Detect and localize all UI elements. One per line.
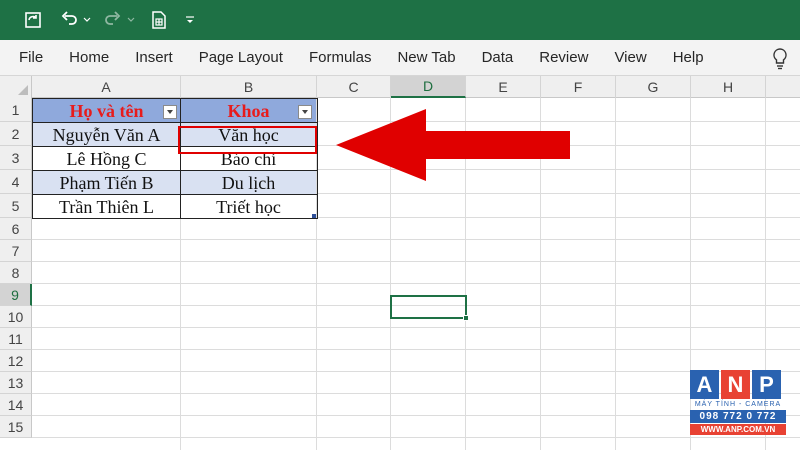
anp-logo: A N P MÁY TÍNH - CAMERA 098 772 0 772 WW… (690, 370, 786, 435)
column-header-f[interactable]: F (541, 76, 616, 98)
autosave-icon[interactable] (18, 0, 48, 40)
form-icon[interactable] (146, 0, 172, 40)
row-header-14[interactable]: 14 (0, 394, 32, 416)
tab-file[interactable]: File (0, 40, 56, 76)
highlight-box (178, 126, 317, 154)
table-row-divider (32, 122, 318, 123)
tab-help[interactable]: Help (660, 40, 717, 76)
table-row-divider (32, 170, 318, 171)
column-header-g[interactable]: G (616, 76, 691, 98)
column-header-d[interactable]: D (391, 76, 466, 98)
row-header-1[interactable]: 1 (0, 98, 32, 122)
title-bar (0, 0, 800, 40)
customize-toolbar-chevron-icon[interactable] (180, 0, 200, 40)
table-resize-handle[interactable] (312, 214, 316, 218)
undo-dropdown-chevron-icon[interactable] (82, 0, 92, 40)
undo-icon[interactable] (56, 0, 82, 40)
tab-new-tab[interactable]: New Tab (384, 40, 468, 76)
tab-home[interactable]: Home (56, 40, 122, 76)
redo-icon[interactable] (100, 0, 126, 40)
table-row-divider (32, 194, 318, 195)
column-header-e[interactable]: E (466, 76, 541, 98)
row-header-2[interactable]: 2 (0, 122, 32, 146)
column-header-c[interactable]: C (317, 76, 391, 98)
column-header-a[interactable]: A (32, 76, 181, 98)
row-header-11[interactable]: 11 (0, 328, 32, 350)
select-all-corner[interactable] (0, 76, 32, 98)
logo-phone: 098 772 0 772 (690, 410, 786, 423)
ribbon-tabs: File Home Insert Page Layout Formulas Ne… (0, 40, 800, 76)
row-header-15[interactable]: 15 (0, 416, 32, 438)
table-outline (32, 98, 318, 219)
red-arrow-icon (336, 109, 570, 181)
tab-review[interactable]: Review (526, 40, 601, 76)
row-header-8[interactable]: 8 (0, 262, 32, 284)
tab-page-layout[interactable]: Page Layout (186, 40, 296, 76)
tab-view[interactable]: View (601, 40, 659, 76)
tab-formulas[interactable]: Formulas (296, 40, 385, 76)
row-header-10[interactable]: 10 (0, 306, 32, 328)
logo-tagline: MÁY TÍNH - CAMERA (694, 401, 782, 408)
column-header-b[interactable]: B (181, 76, 317, 98)
tab-insert[interactable]: Insert (122, 40, 186, 76)
logo-letter: P (752, 370, 781, 399)
row-header-3[interactable]: 3 (0, 146, 32, 170)
row-header-12[interactable]: 12 (0, 350, 32, 372)
row-header-13[interactable]: 13 (0, 372, 32, 394)
row-header-7[interactable]: 7 (0, 240, 32, 262)
lightbulb-icon[interactable] (772, 48, 788, 75)
row-header-9[interactable]: 9 (0, 284, 32, 306)
spreadsheet-grid[interactable]: A B C D E F G H 1 2 3 4 5 6 7 8 9 10 11 … (0, 76, 800, 450)
selected-cell[interactable] (390, 295, 467, 319)
fill-handle[interactable] (463, 315, 469, 321)
redo-dropdown-chevron-icon[interactable] (126, 0, 136, 40)
column-header-h[interactable]: H (691, 76, 766, 98)
table-column-divider (180, 98, 181, 219)
row-header-5[interactable]: 5 (0, 194, 32, 218)
row-header-4[interactable]: 4 (0, 170, 32, 194)
logo-website: WWW.ANP.COM.VN (690, 424, 786, 435)
logo-letter: A (690, 370, 719, 399)
tab-data[interactable]: Data (469, 40, 527, 76)
row-header-6[interactable]: 6 (0, 218, 32, 240)
logo-letter: N (721, 370, 750, 399)
